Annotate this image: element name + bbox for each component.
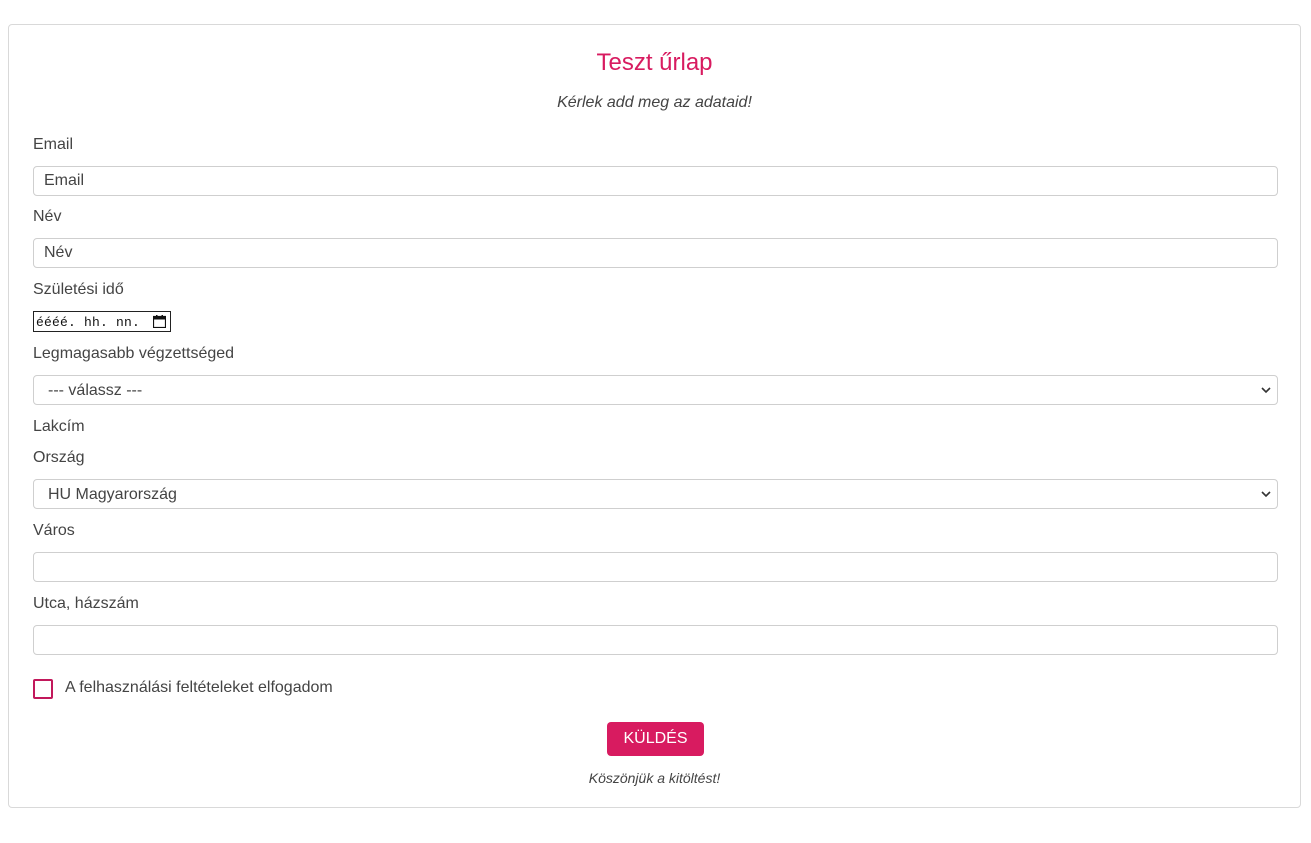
form-title: Teszt űrlap	[596, 49, 713, 76]
form-subtitle: Kérlek add meg az adataid!	[557, 94, 752, 111]
country-label: Ország	[33, 449, 85, 466]
form-card: Teszt űrlap Kérlek add meg az adataid! E…	[8, 24, 1301, 808]
email-input[interactable]	[34, 167, 1277, 195]
email-label: Email	[33, 136, 74, 153]
city-input[interactable]	[34, 553, 1277, 581]
education-selected: --- válassz ---	[48, 382, 143, 399]
birthdate-value: éééé. hh. nn.	[36, 315, 141, 330]
name-field[interactable]	[33, 238, 1278, 268]
street-label: Utca, házszám	[33, 595, 139, 612]
city-field[interactable]	[33, 552, 1278, 582]
terms-label[interactable]: A felhasználási feltételeket elfogadom	[65, 679, 333, 697]
country-select[interactable]: HU Magyarország	[33, 479, 1278, 509]
birthdate-input[interactable]: éééé. hh. nn.	[33, 311, 171, 332]
submit-button[interactable]: KÜLDÉS	[607, 722, 704, 756]
street-field[interactable]	[33, 625, 1278, 655]
thanks-text: Köszönjük a kitöltést!	[588, 770, 721, 786]
chevron-down-icon	[1261, 387, 1271, 394]
chevron-down-icon	[1261, 491, 1271, 498]
name-input[interactable]	[34, 239, 1277, 267]
education-label: Legmagasabb végzettséged	[33, 345, 235, 362]
education-select[interactable]: --- válassz ---	[33, 375, 1278, 405]
name-label: Név	[33, 208, 62, 225]
country-selected: HU Magyarország	[48, 486, 177, 503]
street-input[interactable]	[34, 626, 1277, 654]
address-label: Lakcím	[33, 418, 85, 435]
terms-checkbox[interactable]	[33, 679, 53, 699]
city-label: Város	[33, 522, 75, 539]
calendar-icon[interactable]	[153, 315, 166, 328]
birthdate-label: Születési idő	[33, 281, 124, 298]
email-field[interactable]	[33, 166, 1278, 196]
